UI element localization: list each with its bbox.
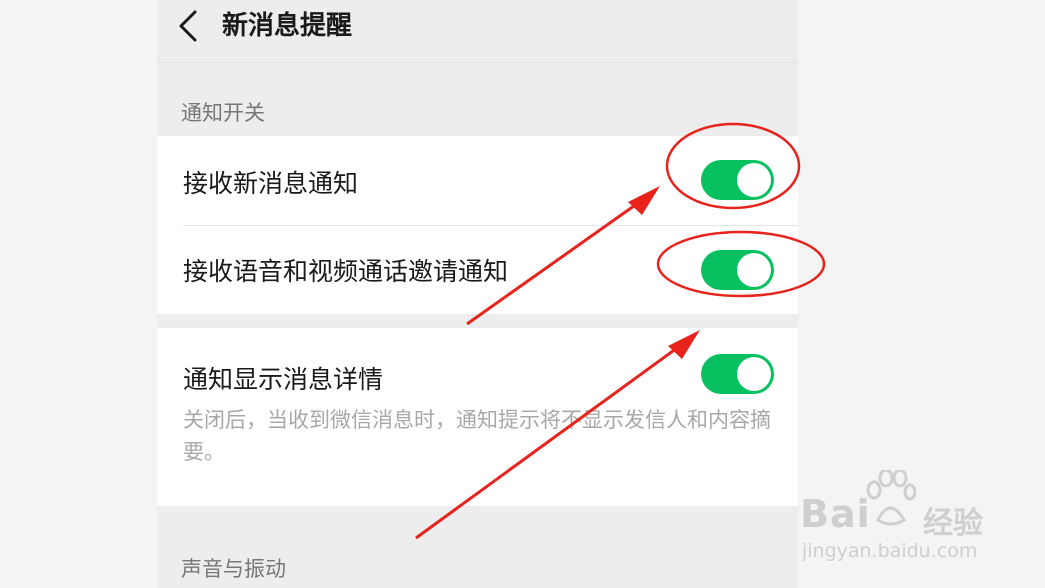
watermark-url: jingyan.baidu.com — [802, 540, 978, 562]
screenshot-stage: 新消息提醒 通知开关 接收新消息通知 接收语音和视频通话邀请通知 通知显示消息详… — [0, 0, 1045, 588]
notification-switch-card: 接收新消息通知 接收语音和视频通话邀请通知 — [157, 136, 798, 314]
settings-screen: 新消息提醒 通知开关 接收新消息通知 接收语音和视频通话邀请通知 通知显示消息详… — [157, 0, 798, 588]
paw-logo-icon — [866, 470, 916, 526]
toggle-show-message-details[interactable] — [701, 354, 774, 394]
row-description: 关闭后，当收到微信消息时，通知提示将不显示发信人和内容摘要。 — [183, 408, 771, 464]
toggle-receive-new-messages[interactable] — [701, 160, 774, 200]
toggle-knob — [737, 357, 771, 391]
watermark-brand: Bai — [800, 492, 871, 536]
nav-bar: 新消息提醒 — [157, 0, 798, 63]
back-button[interactable] — [175, 8, 205, 44]
toggle-knob — [737, 253, 771, 287]
chevron-left-icon — [179, 10, 197, 42]
baidu-watermark: Bai 经验 jingyan.baidu.com — [800, 470, 1000, 570]
row-receive-new-messages[interactable]: 接收新消息通知 — [157, 136, 798, 225]
toggle-knob — [737, 163, 771, 197]
watermark-brand-suffix: 经验 — [923, 506, 983, 541]
toggle-receive-call-invites[interactable] — [701, 250, 774, 290]
section-label-notifications: 通知开关 — [181, 101, 265, 125]
row-label: 通知显示消息详情 — [183, 365, 384, 394]
section-label-sound-vibration: 声音与振动 — [181, 557, 286, 581]
row-receive-call-invites[interactable]: 接收语音和视频通话邀请通知 — [157, 226, 798, 314]
page-title: 新消息提醒 — [222, 11, 353, 41]
row-label: 接收新消息通知 — [183, 169, 359, 198]
row-label: 接收语音和视频通话邀请通知 — [183, 257, 509, 286]
